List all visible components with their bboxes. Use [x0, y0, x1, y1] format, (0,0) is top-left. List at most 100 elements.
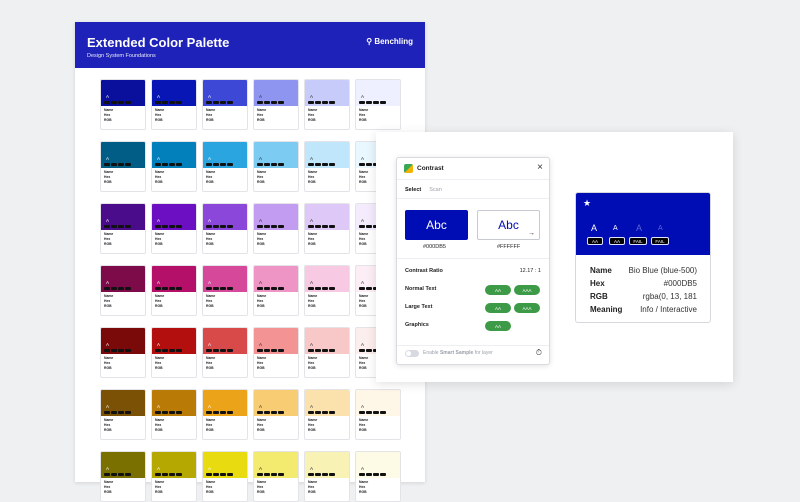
card-text: Name Hex RGB [308, 418, 318, 432]
card-swatch: A [203, 390, 247, 416]
card-swatch: A [254, 390, 298, 416]
color-card[interactable]: A Name Hex RGB [202, 451, 248, 502]
card-text: Name Hex RGB [206, 108, 216, 122]
color-card[interactable]: A Name Hex RGB [253, 141, 299, 192]
color-card[interactable]: A Name Hex RGB [151, 327, 197, 378]
swatch-preview: ★ A A A A AA AA FAIL FAIL [576, 193, 710, 255]
color-card[interactable]: A Name Hex RGB [202, 389, 248, 440]
card-text: Name Hex RGB [257, 480, 267, 494]
card-badges [257, 225, 284, 228]
normal-text-label: Normal Text [405, 286, 437, 292]
color-card[interactable]: A Name Hex RGB [253, 389, 299, 440]
color-card[interactable]: A Name Hex RGB [202, 203, 248, 254]
color-card[interactable]: A Name Hex RGB [151, 79, 197, 130]
color-card[interactable]: A Name Hex RGB [355, 389, 401, 440]
plugin-title: Contrast [417, 165, 444, 172]
color-card[interactable]: A Name Hex RGB [253, 327, 299, 378]
color-card[interactable]: A Name Hex RGB [253, 203, 299, 254]
card-text: Name Hex RGB [359, 418, 369, 432]
color-card[interactable]: A Name Hex RGB [100, 327, 146, 378]
color-card[interactable]: A Name Hex RGB [202, 265, 248, 316]
close-icon[interactable]: × [537, 162, 543, 173]
sample-a: A [310, 94, 314, 99]
card-swatch: A [254, 80, 298, 106]
card-swatch: A [101, 204, 145, 230]
sample-a: A [259, 94, 263, 99]
card-badges [308, 163, 335, 166]
foreground-sample[interactable]: Abc [405, 210, 468, 240]
color-card[interactable]: A Name Hex RGB [304, 451, 350, 502]
card-badges [155, 163, 182, 166]
card-badges [206, 349, 233, 352]
card-swatch: A [356, 390, 400, 416]
color-card[interactable]: A Name Hex RGB [253, 265, 299, 316]
card-text: Name Hex RGB [257, 418, 267, 432]
rgb-value: rgba(0, 13, 181 [642, 292, 697, 301]
card-swatch: A [101, 80, 145, 106]
hex-label: Hex [590, 279, 605, 288]
card-swatch: A [254, 142, 298, 168]
card-swatch: A [203, 328, 247, 354]
color-card[interactable]: A Name Hex RGB [100, 79, 146, 130]
card-swatch: A [152, 266, 196, 292]
color-card[interactable]: A Name Hex RGB [151, 389, 197, 440]
color-card[interactable]: A Name Hex RGB [304, 389, 350, 440]
tab-scan[interactable]: Scan [429, 187, 442, 193]
sample-a: A [361, 280, 365, 285]
card-swatch: A [203, 142, 247, 168]
card-badges [257, 101, 284, 104]
history-icon[interactable]: ⏱ [536, 348, 542, 358]
color-card[interactable]: A Name Hex RGB [304, 79, 350, 130]
card-badges [308, 411, 335, 414]
card-swatch: A [203, 452, 247, 478]
color-card[interactable]: A Name Hex RGB [202, 327, 248, 378]
color-card[interactable]: A Name Hex RGB [304, 265, 350, 316]
color-card[interactable]: A Name Hex RGB [202, 79, 248, 130]
card-badges [104, 101, 131, 104]
color-card[interactable]: A Name Hex RGB [100, 389, 146, 440]
card-swatch: A [152, 80, 196, 106]
color-card[interactable]: A Name Hex RGB [355, 451, 401, 502]
plugin-tabs: Select Scan [405, 187, 442, 193]
tab-select[interactable]: Select [405, 187, 421, 193]
color-card[interactable]: A Name Hex RGB [151, 203, 197, 254]
card-text: Name Hex RGB [257, 356, 267, 370]
color-card[interactable]: A Name Hex RGB [151, 141, 197, 192]
background-sample[interactable]: Abc → [477, 210, 540, 240]
sample-a: A [208, 466, 212, 471]
color-card[interactable]: A Name Hex RGB [100, 203, 146, 254]
card-badges [257, 287, 284, 290]
brand-logo: ⚲ Benchling [366, 37, 413, 46]
color-card[interactable]: A Name Hex RGB [202, 141, 248, 192]
card-text: Name Hex RGB [206, 294, 216, 308]
color-swatch-card: ★ A A A A AA AA FAIL FAIL Name Bio Blue … [575, 192, 711, 323]
card-badges [257, 163, 284, 166]
normal-aa-badge: AA [485, 285, 511, 295]
color-card[interactable]: A Name Hex RGB [304, 141, 350, 192]
sample-a: A [310, 156, 314, 161]
color-card[interactable]: A Name Hex RGB [100, 265, 146, 316]
swap-arrow-icon[interactable]: → [528, 230, 535, 237]
card-text: Name Hex RGB [257, 294, 267, 308]
color-card[interactable]: A Name Hex RGB [151, 265, 197, 316]
card-text: Name Hex RGB [206, 356, 216, 370]
card-swatch: A [101, 328, 145, 354]
graphics-aa-badge: AA [485, 321, 511, 331]
color-card[interactable]: A Name Hex RGB [253, 79, 299, 130]
color-card[interactable]: A Name Hex RGB [304, 203, 350, 254]
color-card[interactable]: A Name Hex RGB [100, 451, 146, 502]
color-card[interactable]: A Name Hex RGB [100, 141, 146, 192]
card-badges [104, 225, 131, 228]
color-card[interactable]: A Name Hex RGB [304, 327, 350, 378]
sample-a: A [157, 342, 161, 347]
card-badges [257, 411, 284, 414]
color-card[interactable]: A Name Hex RGB [253, 451, 299, 502]
card-text: Name Hex RGB [308, 232, 318, 246]
color-card[interactable]: A Name Hex RGB [151, 451, 197, 502]
card-badges [206, 101, 233, 104]
card-badges [155, 411, 182, 414]
sample-a: A [157, 466, 161, 471]
smart-sample-toggle[interactable] [405, 350, 419, 357]
card-swatch: A [254, 328, 298, 354]
color-card[interactable]: A Name Hex RGB [355, 79, 401, 130]
